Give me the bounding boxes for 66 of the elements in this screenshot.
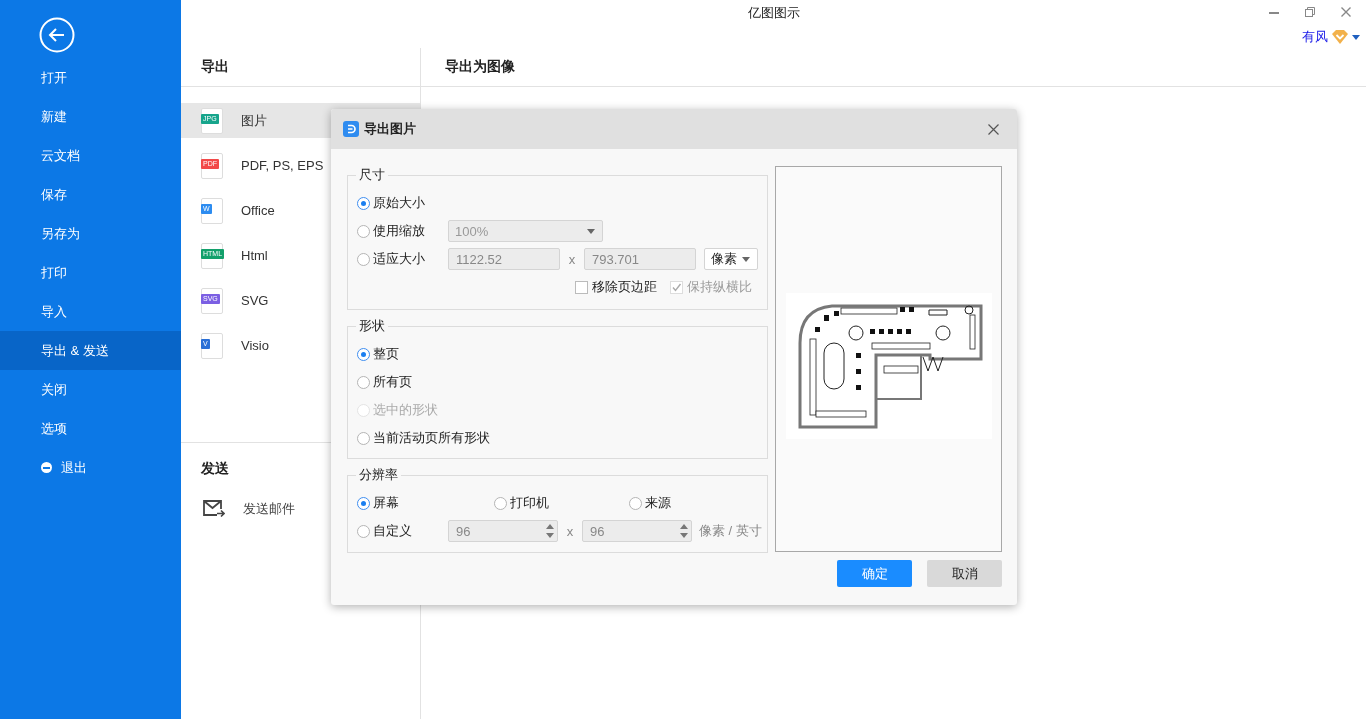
radio-button[interactable] <box>357 496 370 510</box>
group-legend: 形状 <box>356 317 388 335</box>
radio-label[interactable]: 来源 <box>645 494 671 512</box>
radio-label[interactable]: 原始大小 <box>373 194 425 212</box>
radio-label: 选中的形状 <box>373 401 438 419</box>
radio-label[interactable]: 所有页 <box>373 373 412 391</box>
radio-button[interactable] <box>629 496 642 510</box>
format-label[interactable]: 图片 <box>241 111 267 130</box>
dropdown[interactable]: 像素 <box>704 248 758 270</box>
sidebar-item[interactable]: 选项 <box>0 409 181 448</box>
radio-button[interactable] <box>357 196 370 210</box>
radio-label[interactable]: 整页 <box>373 345 399 363</box>
radio-button[interactable] <box>357 252 370 266</box>
user-name[interactable]: 有风 <box>1302 28 1328 46</box>
sidebar-item[interactable]: 退出 <box>61 458 87 477</box>
restore-icon[interactable] <box>1304 6 1316 18</box>
app-logo-icon <box>343 121 359 137</box>
section-heading: 发送 <box>201 460 229 476</box>
radio-label[interactable]: 自定义 <box>373 522 412 540</box>
window-title: 亿图图示 <box>747 4 800 22</box>
panel-heading: 导出为图像 <box>445 58 515 76</box>
checkbox-label[interactable]: 移除页边距 <box>592 278 657 296</box>
sidebar-item[interactable]: 另存为 <box>0 214 181 253</box>
radio-label[interactable]: 当前活动页所有形状 <box>373 429 490 447</box>
multiply-sign: x <box>565 523 575 539</box>
sidebar-item[interactable]: 导出 & 发送 <box>0 331 181 370</box>
caret-icon[interactable] <box>1352 34 1360 40</box>
sidebar-item[interactable]: 保存 <box>0 175 181 214</box>
format-label[interactable]: Visio <box>241 338 269 353</box>
radio-button[interactable] <box>494 496 507 510</box>
sidebar-item[interactable]: 关闭 <box>0 370 181 409</box>
diamond-icon <box>1331 29 1349 45</box>
checkbox[interactable] <box>575 280 588 294</box>
radio-button[interactable] <box>357 524 370 538</box>
sidebar-item[interactable]: 打印 <box>0 253 181 292</box>
dialog-title: 导出图片 <box>364 120 417 138</box>
checkbox-label: 保持纵横比 <box>687 278 752 296</box>
radio-button[interactable] <box>357 347 370 361</box>
close-icon[interactable] <box>1340 6 1352 18</box>
radio-label[interactable]: 适应大小 <box>373 250 425 268</box>
format-label[interactable]: SVG <box>241 293 269 308</box>
multiply-sign: x <box>567 251 577 267</box>
group-legend: 尺寸 <box>356 166 388 184</box>
exit-icon <box>41 462 52 473</box>
panel-heading: 导出 <box>201 58 229 76</box>
radio-label[interactable]: 使用缩放 <box>373 222 425 240</box>
send-email-link[interactable]: 发送邮件 <box>243 500 295 518</box>
sidebar-item[interactable]: 导入 <box>0 292 181 331</box>
sidebar-item[interactable]: 云文档 <box>0 136 181 175</box>
back-icon[interactable] <box>39 17 75 53</box>
mail-icon <box>203 500 225 518</box>
radio-button[interactable] <box>357 224 370 238</box>
sidebar-item[interactable]: 新建 <box>0 97 181 136</box>
radio-button[interactable] <box>357 375 370 389</box>
group-legend: 分辨率 <box>356 466 401 484</box>
radio-label[interactable]: 屏幕 <box>373 494 399 512</box>
format-label[interactable]: Html <box>241 248 268 263</box>
format-label[interactable]: PDF, PS, EPS <box>241 158 324 173</box>
format-label[interactable]: Office <box>241 203 275 218</box>
close-icon[interactable] <box>988 123 999 135</box>
caret-icon[interactable] <box>742 256 750 262</box>
unit-label: 像素 / 英寸 <box>699 522 762 540</box>
radio-label[interactable]: 打印机 <box>510 494 549 512</box>
sidebar-item[interactable]: 打开 <box>0 58 181 97</box>
radio-button[interactable] <box>357 431 370 445</box>
cancel-button[interactable]: 取消 <box>927 560 1002 587</box>
